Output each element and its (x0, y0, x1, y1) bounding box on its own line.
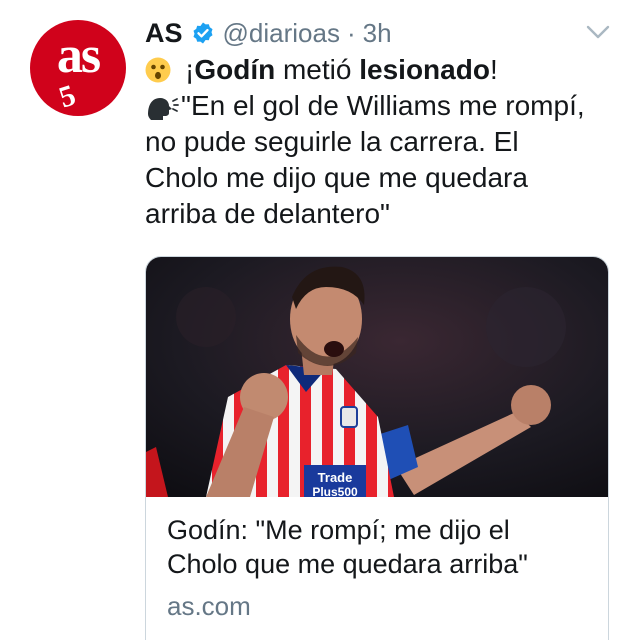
link-preview-card[interactable]: Trade Plus500 Godín: "Me rompí; me dijo … (145, 256, 609, 640)
avatar[interactable]: as 5 (30, 20, 126, 116)
tweet-line-5: arriba de delantero" (145, 198, 390, 229)
card-domain[interactable]: as.com (167, 591, 251, 622)
tweet-line-2: "En el gol de Williams me rompí, (145, 88, 615, 124)
avatar-brand-text: as (56, 27, 101, 84)
tweet-line-3: no pude seguirle la carrera. El (145, 126, 519, 157)
card-title-line-1: Godín: "Me rompí; me dijo el (167, 515, 510, 545)
tweet-bold-lesionado: lesionado (359, 54, 490, 85)
tweet-bold-godin: Godín (194, 54, 276, 85)
verified-badge-icon (193, 22, 213, 44)
display-name[interactable]: AS (145, 18, 183, 49)
timestamp[interactable]: 3h (363, 18, 392, 49)
card-image: Trade Plus500 (146, 257, 608, 497)
tweet-line1-suffix: ! (489, 54, 498, 85)
card-image-sponsor-text: Trade (318, 470, 353, 485)
tweet-text: ¡ Godín metió lesionado! "En el gol de Wi… (145, 52, 615, 232)
tweet-line1-prefix: ¡ (185, 54, 195, 85)
header-separator: · (346, 17, 356, 48)
card-title-line-2: Cholo que me quedara arriba" (167, 549, 528, 579)
tweet-header: AS @diarioas · 3h (145, 16, 392, 50)
tweet-line-1: ¡ Godín metió lesionado! (145, 52, 615, 88)
astonished-face-emoji (145, 57, 171, 83)
tweet-line2-text: "En el gol de Williams me rompí, (181, 90, 585, 121)
avatar-anniversary-text: 5 (55, 78, 80, 115)
card-title[interactable]: Godín: "Me rompí; me dijo el Cholo que m… (167, 513, 597, 581)
tweet-line1-mid: metió (275, 54, 360, 85)
card-image-sponsor-text-2: Plus500 (312, 485, 358, 497)
user-handle[interactable]: @diarioas (223, 18, 340, 49)
tweet-line-4: Cholo me dijo que me quedara (145, 162, 528, 193)
speaking-head-emoji (148, 98, 179, 120)
chevron-down-icon[interactable] (586, 24, 610, 40)
